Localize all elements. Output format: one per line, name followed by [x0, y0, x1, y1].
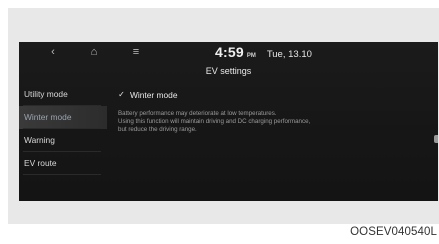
winter-mode-description: Battery performance may deteriorate at l…	[118, 110, 418, 135]
status-bar: ‹ ⌂ ≡ 4:59 PM Tue, 13.10	[19, 42, 438, 63]
settings-sidebar: Utility mode Winter mode Warning EV rout…	[19, 83, 107, 175]
clock-time: 4:59	[215, 44, 244, 60]
menu-icon[interactable]: ≡	[128, 46, 144, 59]
clock-date: Tue, 13.10	[266, 49, 312, 60]
sidebar-item-utility-mode[interactable]: Utility mode	[19, 83, 107, 106]
checkmark-icon[interactable]: ✓	[118, 90, 125, 98]
winter-mode-toggle-row[interactable]: ✓ Winter mode	[118, 83, 418, 106]
back-arrow-icon[interactable]: ‹	[45, 46, 61, 59]
clock-ampm: PM	[246, 53, 256, 59]
settings-content: ✓ Winter mode Battery performance may de…	[118, 83, 418, 135]
figure-frame: ‹ ⌂ ≡ 4:59 PM Tue, 13.10 EV settings Uti…	[8, 8, 439, 224]
sidebar-item-winter-mode[interactable]: Winter mode	[19, 106, 107, 129]
figure-caption: OOSEV040540L	[350, 226, 437, 238]
page-title: EV settings	[205, 66, 252, 76]
infotainment-screen: ‹ ⌂ ≡ 4:59 PM Tue, 13.10 EV settings Uti…	[19, 42, 438, 201]
sidebar-item-ev-route[interactable]: EV route	[19, 152, 107, 175]
clock: 4:59 PM Tue, 13.10	[215, 44, 312, 60]
home-icon[interactable]: ⌂	[86, 46, 102, 59]
description-line: Using this function will maintain drivin…	[118, 118, 311, 126]
scroll-handle[interactable]	[434, 135, 438, 143]
description-line: Battery performance may deteriorate at l…	[118, 110, 277, 117]
winter-mode-checkbox-label[interactable]: Winter mode	[130, 90, 177, 100]
sidebar-item-warning[interactable]: Warning	[19, 129, 107, 152]
description-line: but reduce the driving range.	[118, 126, 197, 134]
